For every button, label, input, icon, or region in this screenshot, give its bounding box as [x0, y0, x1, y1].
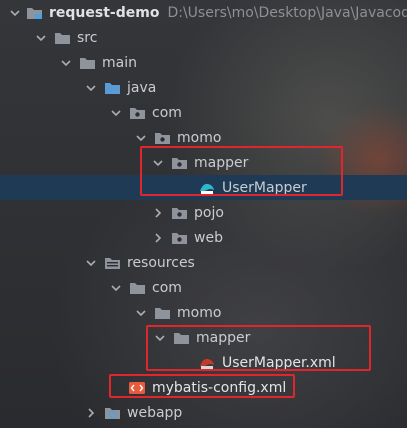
resources-folder-icon: [103, 255, 121, 271]
chevron-down-icon[interactable]: [85, 82, 97, 94]
package-icon: [153, 130, 171, 146]
web-folder-icon: [103, 405, 121, 421]
chevron-down-icon[interactable]: [85, 257, 97, 269]
folder-label: com: [152, 279, 182, 296]
tree-row-project[interactable]: request-demo D:\Users\mo\Desktop\Java\Ja…: [0, 0, 407, 25]
project-name: request-demo: [49, 4, 160, 21]
folder-icon: [128, 280, 146, 296]
folder-icon: [153, 305, 171, 321]
chevron-right-icon[interactable]: [152, 232, 164, 244]
folder-icon: [78, 55, 96, 71]
tree-row-src[interactable]: src: [0, 25, 407, 50]
folder-label: java: [127, 79, 157, 96]
chevron-down-icon[interactable]: [35, 32, 47, 44]
package-icon: [170, 205, 188, 221]
tree-row-web[interactable]: web: [0, 225, 407, 250]
tree-row-main[interactable]: main: [0, 50, 407, 75]
source-folder-icon: [103, 80, 121, 96]
tree-row-java[interactable]: java: [0, 75, 407, 100]
folder-label: src: [77, 29, 98, 46]
package-icon: [170, 230, 188, 246]
package-icon: [128, 105, 146, 121]
tree-row-webapp[interactable]: webapp: [0, 400, 407, 425]
project-path: D:\Users\mo\Desktop\Java\Javacod: [167, 4, 407, 21]
project-folder-icon: [26, 5, 43, 21]
folder-label: webapp: [127, 404, 183, 421]
chevron-down-icon[interactable]: [135, 132, 147, 144]
folder-icon: [53, 30, 71, 46]
chevron-right-icon[interactable]: [152, 207, 164, 219]
highlight-box-mapper-java: [140, 146, 343, 196]
tree-row-resources[interactable]: resources: [0, 250, 407, 275]
folder-label: momo: [177, 304, 222, 321]
highlight-box-mybatis-config: [109, 374, 295, 398]
tree-row-com-resources[interactable]: com: [0, 275, 407, 300]
folder-label: resources: [127, 254, 195, 271]
chevron-down-icon[interactable]: [110, 107, 122, 119]
chevron-down-icon[interactable]: [60, 57, 72, 69]
tree-row-com[interactable]: com: [0, 100, 407, 125]
tree-row-pojo[interactable]: pojo: [0, 200, 407, 225]
highlight-box-mapper-resources: [146, 325, 371, 371]
chevron-down-icon[interactable]: [110, 282, 122, 294]
chevron-down-icon[interactable]: [10, 7, 20, 19]
package-label: com: [152, 104, 182, 121]
tree-row-momo-resources[interactable]: momo: [0, 300, 407, 325]
chevron-right-icon[interactable]: [85, 407, 97, 419]
package-label: web: [194, 229, 223, 246]
package-label: momo: [177, 129, 222, 146]
chevron-down-icon[interactable]: [135, 307, 147, 319]
package-label: pojo: [194, 204, 224, 221]
folder-label: main: [102, 54, 137, 71]
